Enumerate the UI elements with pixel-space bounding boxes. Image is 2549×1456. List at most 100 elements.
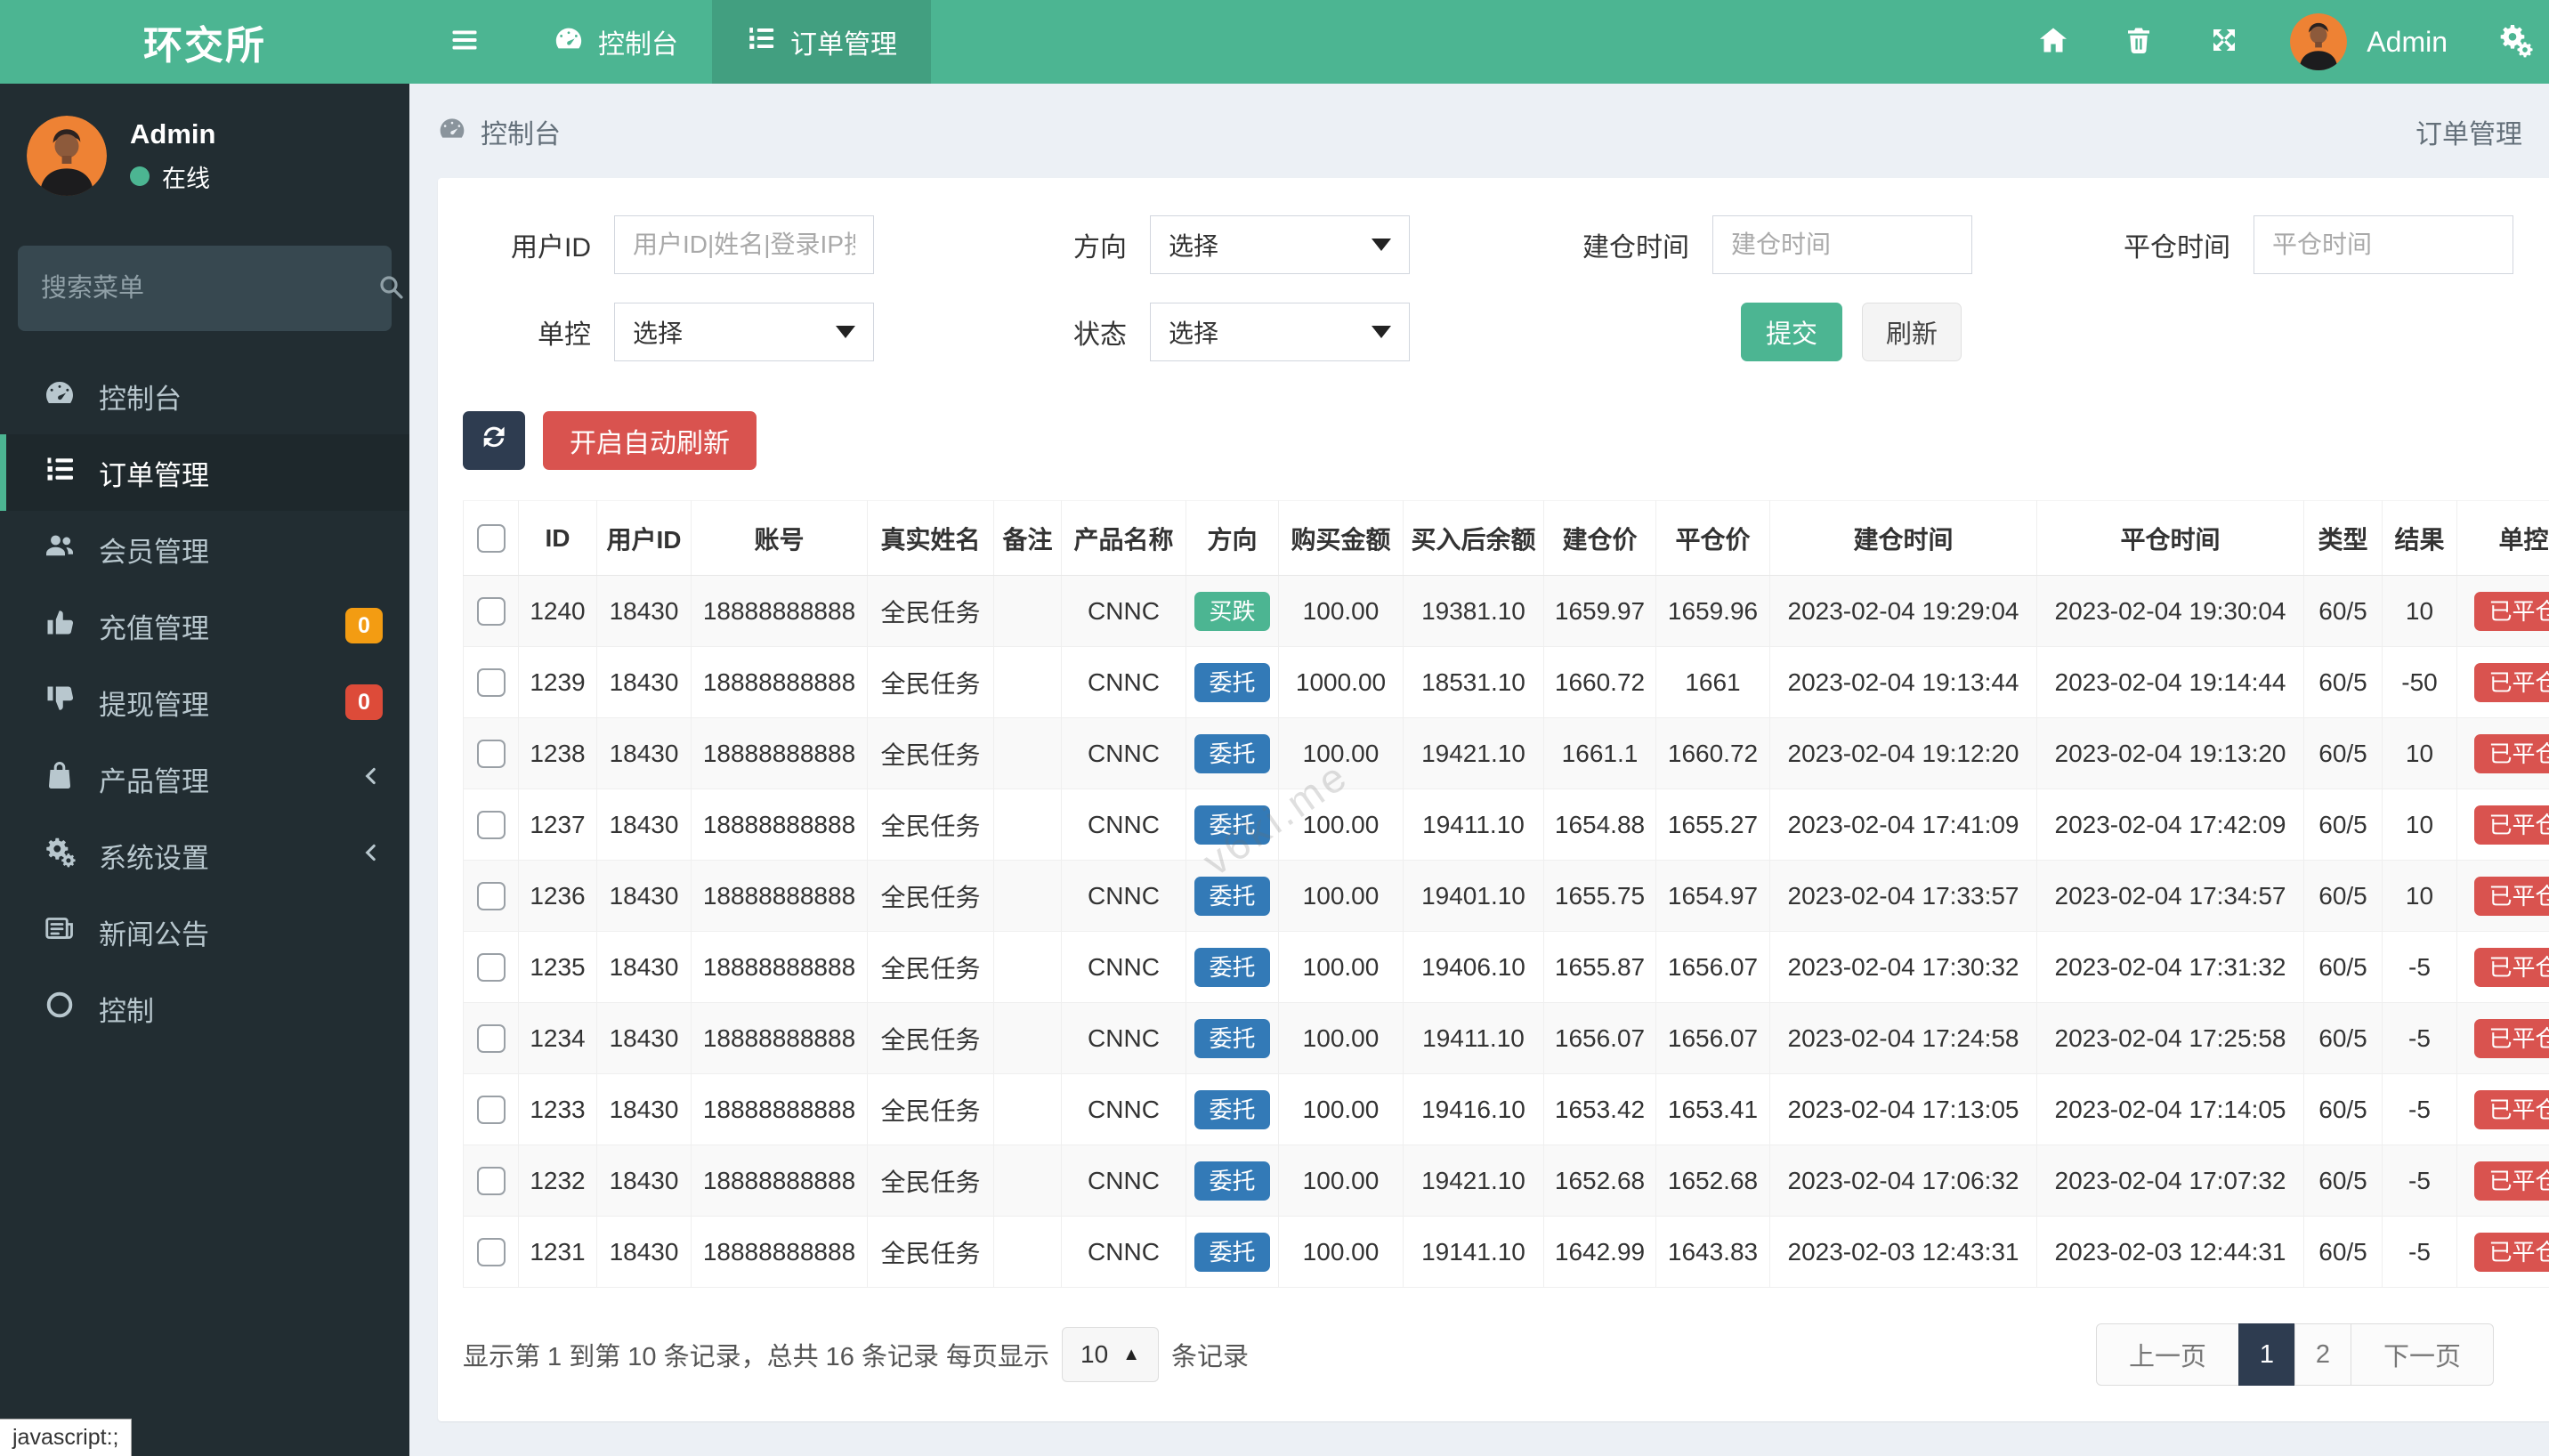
- search-icon[interactable]: [376, 272, 405, 305]
- row-checkbox[interactable]: [476, 667, 506, 697]
- sidebar-item-withdrawals[interactable]: 提现管理 0: [0, 664, 409, 740]
- column-header[interactable]: 建仓价: [1543, 500, 1656, 576]
- cell-close-time: 2023-02-04 19:30:04: [2036, 575, 2304, 647]
- cell-open-time: 2023-02-04 17:06:32: [1769, 1145, 2037, 1217]
- direction-badge: 买跌: [1194, 591, 1270, 631]
- column-header[interactable]: 平仓价: [1655, 500, 1770, 576]
- cell-type: 60/5: [2303, 646, 2383, 718]
- home-button[interactable]: [2011, 24, 2096, 61]
- status-badge[interactable]: 已平仓: [2474, 733, 2549, 773]
- withdrawal-count-badge: 0: [345, 684, 383, 720]
- column-header[interactable]: 备注: [993, 500, 1062, 576]
- sidebar-item-deposits[interactable]: 充值管理 0: [0, 587, 409, 664]
- sidebar-item-settings[interactable]: 系统设置: [0, 817, 409, 894]
- cell-close-time: 2023-02-04 19:14:44: [2036, 646, 2304, 718]
- close-time-input[interactable]: [2254, 215, 2513, 274]
- clear-cache-button[interactable]: [2096, 24, 2181, 61]
- fullscreen-button[interactable]: [2181, 24, 2267, 61]
- refresh-button[interactable]: 刷新: [1862, 303, 1962, 361]
- status-badge[interactable]: 已平仓: [2474, 1161, 2549, 1201]
- status-badge[interactable]: 已平仓: [2474, 876, 2549, 916]
- column-header[interactable]: 买入后余额: [1403, 500, 1544, 576]
- cell-amount: 100.00: [1278, 860, 1404, 932]
- column-header[interactable]: 真实姓名: [867, 500, 994, 576]
- sidebar-item-orders[interactable]: 订单管理: [0, 434, 409, 511]
- column-header[interactable]: 类型: [2303, 500, 2383, 576]
- direction-select[interactable]: 选择: [1150, 215, 1410, 274]
- submit-button[interactable]: 提交: [1741, 303, 1843, 361]
- auto-refresh-button[interactable]: 开启自动刷新: [543, 411, 757, 470]
- control-select[interactable]: 选择: [614, 303, 874, 361]
- brand-logo[interactable]: 环交所: [0, 0, 409, 84]
- column-header[interactable]: 产品名称: [1061, 500, 1186, 576]
- tab-orders[interactable]: 订单管理: [712, 0, 931, 84]
- next-page-button[interactable]: 下一页: [2350, 1323, 2494, 1386]
- row-checkbox[interactable]: [476, 881, 506, 910]
- user-id-input[interactable]: [614, 215, 874, 274]
- sidebar-toggle-button[interactable]: [409, 0, 520, 84]
- select-all-checkbox[interactable]: [476, 523, 506, 553]
- row-checkbox[interactable]: [476, 1237, 506, 1266]
- status-badge[interactable]: 已平仓: [2474, 1018, 2549, 1058]
- column-header[interactable]: 方向: [1185, 500, 1279, 576]
- breadcrumb-dashboard[interactable]: 控制台: [481, 112, 561, 151]
- settings-button[interactable]: [2471, 0, 2549, 84]
- page-button-1[interactable]: 1: [2237, 1323, 2295, 1386]
- sidebar-item-news[interactable]: 新闻公告: [0, 894, 409, 970]
- list-ol-icon: [44, 453, 76, 492]
- sidebar-item-control[interactable]: 控制: [0, 970, 409, 1047]
- cell-amount: 100.00: [1278, 1002, 1404, 1074]
- cell-id: 1238: [518, 717, 597, 789]
- table-row: 1236 18430 18888888888 全民任务 CNNC 委托 100.00 1940…: [463, 860, 2549, 932]
- row-checkbox[interactable]: [476, 1166, 506, 1195]
- cell-remark: [993, 1073, 1062, 1145]
- row-checkbox[interactable]: [476, 810, 506, 839]
- table-row: 1240 18430 18888888888 全民任务 CNNC 买跌 100.00 1938…: [463, 575, 2549, 647]
- status-badge[interactable]: 已平仓: [2474, 1232, 2549, 1272]
- status-badge[interactable]: 已平仓: [2474, 805, 2549, 845]
- cell-type: 60/5: [2303, 1145, 2383, 1217]
- table-refresh-button[interactable]: [463, 411, 525, 470]
- tab-dashboard[interactable]: 控制台: [520, 0, 712, 84]
- cell-remark: [993, 717, 1062, 789]
- column-header[interactable]: 结果: [2382, 500, 2457, 576]
- row-checkbox[interactable]: [476, 1023, 506, 1053]
- row-checkbox[interactable]: [476, 596, 506, 626]
- cell-id: 1235: [518, 931, 597, 1003]
- row-checkbox[interactable]: [476, 739, 506, 768]
- caret-up-icon: ▲: [1122, 1344, 1140, 1364]
- column-header[interactable]: 单控: [2456, 500, 2549, 576]
- page-button-2[interactable]: 2: [2294, 1323, 2351, 1386]
- status-badge[interactable]: 已平仓: [2474, 1089, 2549, 1129]
- cell-account: 18888888888: [691, 860, 868, 932]
- column-header[interactable]: 建仓时间: [1769, 500, 2037, 576]
- user-menu[interactable]: Admin: [2267, 0, 2471, 84]
- prev-page-button[interactable]: 上一页: [2095, 1323, 2239, 1386]
- column-header[interactable]: 用户ID: [596, 500, 692, 576]
- sidebar-item-members[interactable]: 会员管理: [0, 511, 409, 587]
- cell-type: 60/5: [2303, 1216, 2383, 1288]
- cell-open-time: 2023-02-04 17:33:57: [1769, 860, 2037, 932]
- cell-close-time: 2023-02-04 17:34:57: [2036, 860, 2304, 932]
- menu-search-input[interactable]: [41, 273, 376, 303]
- cell-balance: 19421.10: [1403, 1145, 1544, 1217]
- select-all-header: [463, 500, 519, 576]
- status-select[interactable]: 选择: [1150, 303, 1410, 361]
- column-header[interactable]: ID: [518, 500, 597, 576]
- sidebar-item-label: 产品管理: [99, 765, 209, 797]
- column-header[interactable]: 平仓时间: [2036, 500, 2304, 576]
- status-badge[interactable]: 已平仓: [2474, 591, 2549, 631]
- topbar: 环交所 控制台 订单管理 Admin: [0, 0, 2549, 84]
- row-checkbox[interactable]: [476, 952, 506, 982]
- sidebar-item-dashboard[interactable]: 控制台: [0, 358, 409, 434]
- user-id-label: 用户ID: [511, 233, 591, 263]
- open-time-input[interactable]: [1712, 215, 1972, 274]
- page-size-select[interactable]: 10 ▲: [1062, 1327, 1159, 1382]
- status-badge[interactable]: 已平仓: [2474, 947, 2549, 987]
- row-checkbox[interactable]: [476, 1095, 506, 1124]
- sidebar-item-products[interactable]: 产品管理: [0, 740, 409, 817]
- status-badge[interactable]: 已平仓: [2474, 662, 2549, 702]
- cell-type: 60/5: [2303, 717, 2383, 789]
- column-header[interactable]: 购买金额: [1278, 500, 1404, 576]
- column-header[interactable]: 账号: [691, 500, 868, 576]
